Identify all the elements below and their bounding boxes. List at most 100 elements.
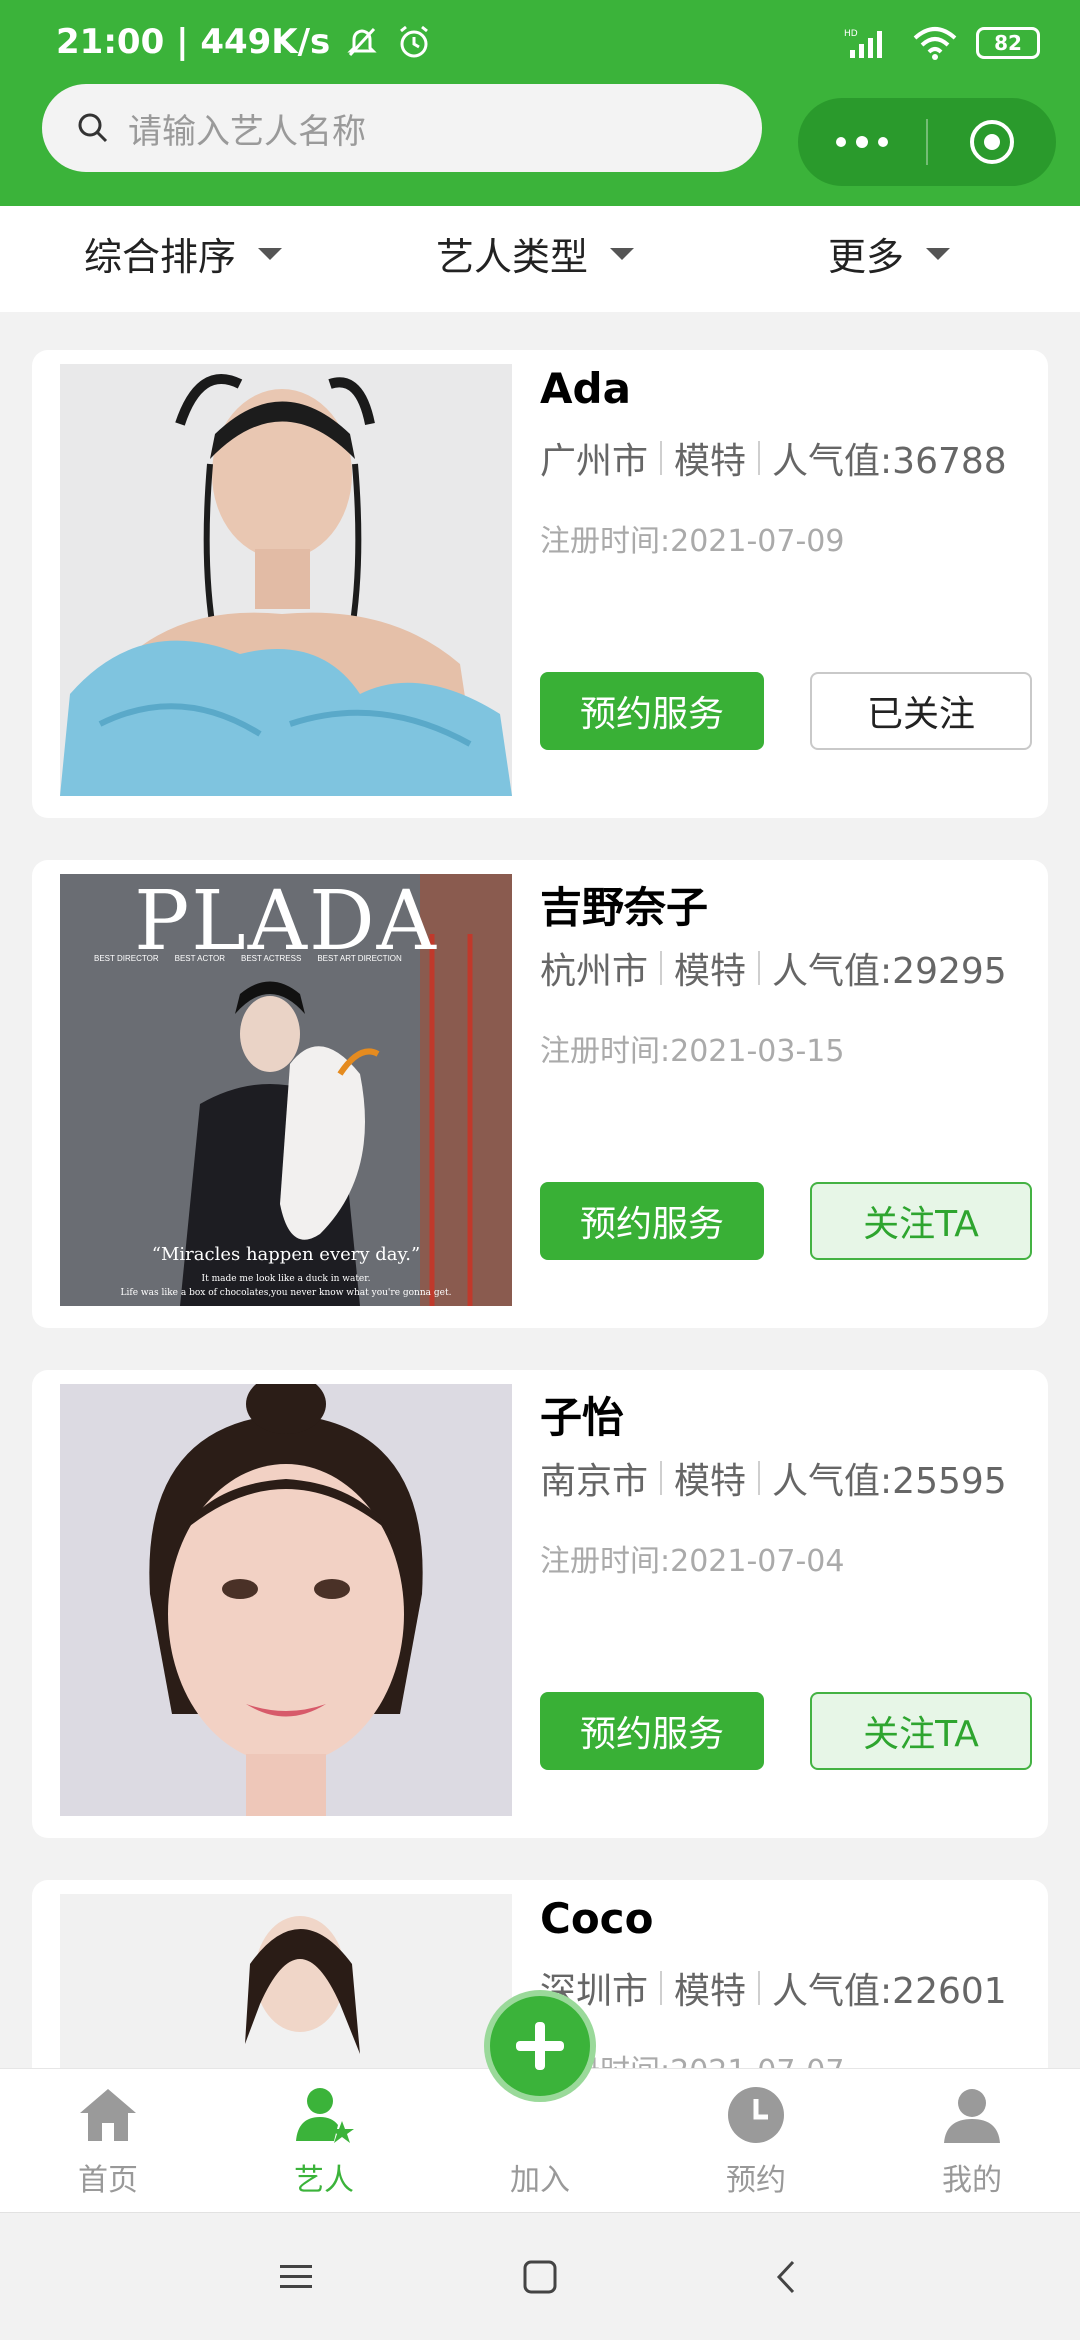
- filter-type-label: 艺人类型: [436, 235, 589, 279]
- target-icon: [970, 120, 1014, 164]
- artist-photo[interactable]: [60, 364, 512, 796]
- meta-divider: [660, 1971, 663, 2005]
- artist-card[interactable]: 子怡 南京市 模特 人气值:25595 注册时间:2021-07-04 预约服务…: [32, 1370, 1048, 1838]
- artist-meta: 广州市 模特 人气值:36788: [540, 432, 1007, 484]
- book-service-button[interactable]: 预约服务: [540, 672, 764, 750]
- tab-booking[interactable]: 预约: [648, 2069, 864, 2213]
- miniprogram-capsule: [798, 98, 1056, 186]
- artist-registered: 注册时间:2021-07-04: [540, 1544, 845, 1579]
- meta-divider: [660, 1461, 663, 1495]
- system-menu-button[interactable]: [266, 2253, 326, 2301]
- artist-city: 杭州市: [540, 951, 649, 992]
- battery-icon: 82: [976, 27, 1040, 59]
- cover-credit: BEST ACTOR: [174, 954, 225, 963]
- tab-artist[interactable]: 艺人: [216, 2069, 432, 2213]
- back-chevron-icon: [776, 2260, 795, 2294]
- book-service-button[interactable]: 预约服务: [540, 1182, 764, 1260]
- cover-credit: BEST ACTRESS: [241, 954, 302, 963]
- meta-divider: [660, 951, 663, 985]
- artist-popularity: 人气值:29295: [772, 951, 1007, 992]
- tab-join-label: 加入: [510, 2163, 570, 2198]
- followed-button[interactable]: 已关注: [810, 672, 1032, 750]
- filter-sort-label: 综合排序: [84, 235, 237, 279]
- join-plus-button[interactable]: [484, 1990, 596, 2102]
- artist-name: 吉野奈子: [540, 883, 709, 932]
- artist-photo[interactable]: PLADA BEST DIRECTOR BEST ACTOR BEST ACTR…: [60, 874, 512, 1306]
- status-left: 21:00 | 449K/s: [56, 22, 434, 62]
- signal-icon: HD: [844, 29, 882, 58]
- tab-booking-label: 预约: [726, 2163, 786, 2198]
- artist-photo-illustration: [60, 364, 512, 796]
- artist-card[interactable]: PLADA BEST DIRECTOR BEST ACTOR BEST ACTR…: [32, 860, 1048, 1328]
- artist-category: 模特: [674, 951, 747, 992]
- clock-icon: [728, 2087, 784, 2143]
- cover-credit: BEST DIRECTOR: [94, 954, 159, 963]
- more-dot-icon: [836, 137, 846, 147]
- app-header: 21:00 | 449K/s HD 82 请输入艺人名称: [0, 0, 1080, 206]
- meta-divider: [758, 441, 761, 475]
- more-dot-icon: [856, 136, 868, 148]
- caret-down-icon: [926, 247, 951, 260]
- artist-meta: 杭州市 模特 人气值:29295: [540, 942, 1007, 994]
- status-bar: 21:00 | 449K/s HD 82: [0, 0, 1080, 90]
- meta-divider: [758, 1461, 761, 1495]
- battery-level: 82: [994, 31, 1022, 55]
- meta-divider: [660, 441, 663, 475]
- home-icon: [80, 2089, 136, 2141]
- follow-button[interactable]: 关注TA: [810, 1182, 1032, 1260]
- book-service-button[interactable]: 预约服务: [540, 1692, 764, 1770]
- filter-sort[interactable]: 综合排序: [84, 226, 283, 281]
- artist-icon: [296, 2088, 354, 2143]
- plus-icon: [516, 2022, 564, 2070]
- cover-credit: BEST ART DIRECTION: [317, 954, 402, 963]
- more-menu-button[interactable]: [798, 98, 926, 186]
- artist-popularity: 人气值:22601: [772, 1971, 1007, 2012]
- cover-small-line-2: Life was like a box of chocolates,you ne…: [120, 1288, 452, 1298]
- artist-popularity: 人气值:25595: [772, 1461, 1007, 1502]
- cover-credits: BEST DIRECTOR BEST ACTOR BEST ACTRESS BE…: [94, 954, 402, 963]
- artist-card[interactable]: Ada 广州市 模特 人气值:36788 注册时间:2021-07-09 预约服…: [32, 350, 1048, 818]
- artist-photo[interactable]: [60, 1384, 512, 1816]
- menu-icon: [280, 2265, 312, 2288]
- alarm-icon: [400, 25, 429, 58]
- more-dot-icon: [878, 137, 888, 147]
- system-navigation-bar: [0, 2212, 1080, 2340]
- artist-city: 南京市: [540, 1461, 649, 1502]
- search-placeholder: 请输入艺人名称: [128, 111, 366, 152]
- artist-registered: 注册时间:2021-07-09: [540, 524, 845, 559]
- search-icon: [78, 113, 108, 143]
- tab-home-label: 首页: [78, 2163, 138, 2198]
- cover-quote: “Miracles happen every day.”: [151, 1244, 421, 1265]
- tab-home[interactable]: 首页: [0, 2069, 216, 2213]
- mute-icon: [347, 27, 377, 57]
- svg-text:HD: HD: [844, 29, 858, 39]
- artist-name: Ada: [540, 364, 631, 413]
- tab-mine[interactable]: 我的: [864, 2069, 1080, 2213]
- search-bar[interactable]: 请输入艺人名称: [42, 84, 762, 172]
- wifi-icon: [913, 27, 957, 60]
- caret-down-icon: [610, 247, 635, 260]
- artist-photo-illustration: [60, 1384, 512, 1816]
- artist-meta: 深圳市 模特 人气值:22601: [540, 1962, 1007, 2014]
- artist-registered: 注册时间:2021-03-15: [540, 1034, 845, 1069]
- artist-name: Coco: [540, 1894, 654, 1943]
- filter-more-label: 更多: [828, 235, 905, 279]
- close-miniprogram-button[interactable]: [928, 98, 1056, 186]
- meta-divider: [758, 951, 761, 985]
- filter-type[interactable]: 艺人类型: [436, 226, 635, 281]
- artist-category: 模特: [674, 1971, 747, 2012]
- user-icon: [944, 2089, 1000, 2143]
- artist-name: 子怡: [540, 1393, 625, 1442]
- follow-button[interactable]: 关注TA: [810, 1692, 1032, 1770]
- system-home-button[interactable]: [510, 2253, 570, 2301]
- artist-city: 广州市: [540, 441, 649, 482]
- filter-bar: 综合排序 艺人类型 更多: [0, 206, 1080, 312]
- filter-more[interactable]: 更多: [828, 226, 951, 281]
- meta-divider: [758, 1971, 761, 2005]
- artist-popularity: 人气值:36788: [772, 441, 1007, 482]
- square-icon: [523, 2260, 557, 2294]
- artist-category: 模特: [674, 1461, 747, 1502]
- status-time-speed: 21:00 | 449K/s: [56, 22, 331, 62]
- caret-down-icon: [258, 247, 283, 260]
- system-back-button[interactable]: [756, 2253, 816, 2301]
